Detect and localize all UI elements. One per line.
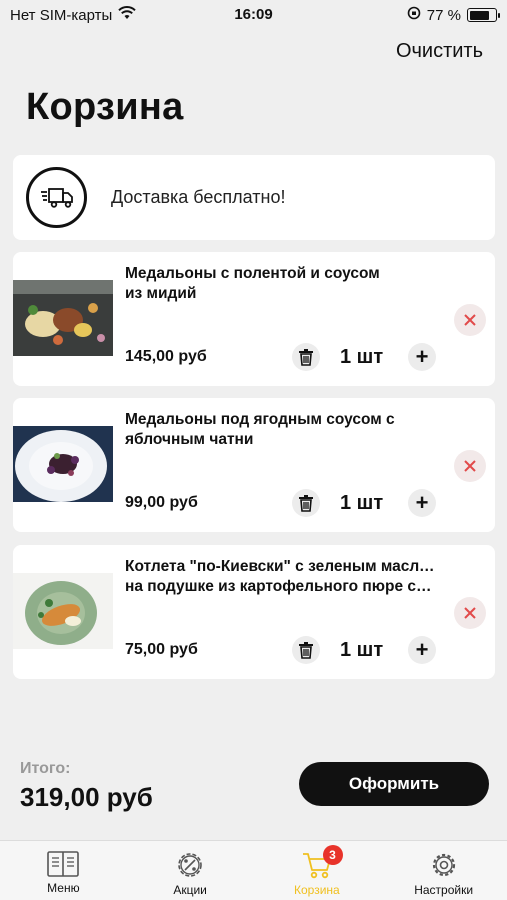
increase-quantity-button[interactable]: + <box>408 489 436 517</box>
item-title-line1: Медальоны под ягодным соусом с <box>125 411 395 428</box>
battery-percent: 77 % <box>426 6 461 24</box>
close-icon <box>464 460 476 472</box>
tab-label: Корзина <box>294 883 340 897</box>
delivery-truck-icon <box>26 167 87 228</box>
cart-item: Котлета "по-Киевски" с зеленым маслом на… <box>13 545 495 679</box>
trash-icon <box>299 642 313 659</box>
increase-quantity-button[interactable]: + <box>408 343 436 371</box>
decrease-quantity-button[interactable] <box>292 489 320 517</box>
clear-cart-button[interactable]: Очистить <box>396 40 483 63</box>
settings-gear-icon <box>432 853 455 877</box>
decrease-quantity-button[interactable] <box>292 343 320 371</box>
item-title-line1: Котлета "по-Киевски" с зеленым маслом <box>125 558 435 575</box>
tab-bar: Меню Акции 3 Корзина Настройки <box>0 840 507 900</box>
plus-icon: + <box>415 344 429 369</box>
delivery-banner: Доставка бесплатно! <box>13 155 495 240</box>
item-title-line2: яблочным чатни <box>125 431 254 448</box>
tab-menu[interactable]: Меню <box>0 841 127 900</box>
close-icon <box>464 314 476 326</box>
item-title: Медальоны под ягодным соусом с яблочным … <box>125 410 435 450</box>
total-value: 319,00 руб <box>20 782 153 812</box>
plus-icon: + <box>415 637 429 662</box>
item-price: 145,00 руб <box>125 348 207 365</box>
trash-icon <box>299 495 313 512</box>
item-price: 99,00 руб <box>125 494 198 511</box>
close-icon <box>464 607 476 619</box>
orientation-lock-icon <box>407 6 421 24</box>
item-title-line2: на подушке из картофельного пюре с Д... <box>125 578 435 595</box>
percent-gear-icon <box>178 853 202 877</box>
cart-count-badge: 3 <box>322 845 343 865</box>
item-quantity: 1 шт <box>340 346 384 368</box>
item-quantity: 1 шт <box>340 639 384 661</box>
plus-icon: + <box>415 490 429 515</box>
checkout-button[interactable]: Оформить <box>299 762 489 806</box>
battery-icon <box>467 8 500 22</box>
battery-fill <box>469 10 489 20</box>
status-bar: Нет SIM-карты 16:09 77 % <box>0 0 507 30</box>
cart-item: Медальоны с полентой и соусом из мидий 1… <box>13 252 495 386</box>
cart-item: Медальоны под ягодным соусом с яблочным … <box>13 398 495 532</box>
dish-image <box>13 426 113 502</box>
dish-image <box>13 280 113 356</box>
item-title-line1: Медальоны с полентой и соусом <box>125 265 380 282</box>
item-quantity: 1 шт <box>340 492 384 514</box>
item-title: Котлета "по-Киевски" с зеленым маслом на… <box>125 557 435 597</box>
status-right: 77 % <box>407 6 500 24</box>
tab-settings[interactable]: Настройки <box>380 841 507 900</box>
remove-item-button[interactable] <box>454 304 486 336</box>
remove-item-button[interactable] <box>454 597 486 629</box>
tab-promotions[interactable]: Акции <box>127 841 254 900</box>
menu-book-icon <box>47 851 80 877</box>
delivery-text: Доставка бесплатно! <box>111 187 286 207</box>
tab-label: Настройки <box>414 883 474 897</box>
tab-label: Акции <box>173 883 207 897</box>
item-price: 75,00 руб <box>125 641 198 658</box>
cart-screen: Нет SIM-карты 16:09 77 % Очистить Корзин… <box>0 0 507 900</box>
decrease-quantity-button[interactable] <box>292 636 320 664</box>
total-label: Итого: <box>20 760 71 777</box>
trash-icon <box>299 349 313 366</box>
tab-cart[interactable]: 3 Корзина <box>254 841 381 900</box>
dish-image <box>13 573 113 649</box>
increase-quantity-button[interactable]: + <box>408 636 436 664</box>
item-title-line2: из мидий <box>125 285 197 302</box>
item-title: Медальоны с полентой и соусом из мидий <box>125 264 435 304</box>
tab-label: Меню <box>47 881 80 895</box>
remove-item-button[interactable] <box>454 450 486 482</box>
page-title: Корзина <box>26 86 184 128</box>
